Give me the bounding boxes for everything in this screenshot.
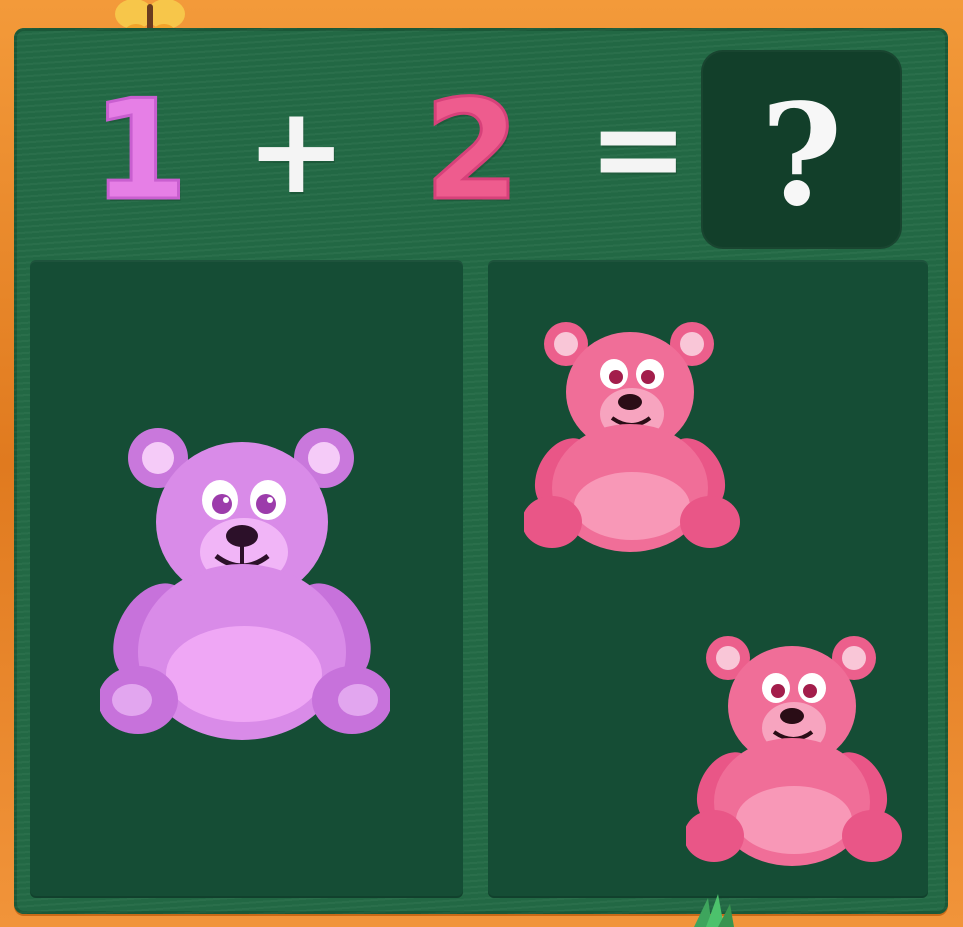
plus-sign: + (246, 82, 347, 221)
first-number: 1 (90, 70, 189, 231)
answer-placeholder: ? (760, 74, 843, 238)
left-group-panel (30, 260, 463, 898)
answer-box[interactable]: ? (701, 50, 902, 249)
right-group-panel (488, 260, 928, 898)
pink-bear (524, 314, 742, 552)
chalkboard: 1 + 2 = ? (14, 28, 948, 914)
pink-bear (686, 628, 904, 866)
equation: 1 + 2 = ? (14, 28, 948, 258)
equals-sign: = (588, 80, 689, 219)
grass-icon (694, 894, 734, 927)
second-number: 2 (422, 70, 521, 231)
purple-bear (100, 418, 390, 740)
